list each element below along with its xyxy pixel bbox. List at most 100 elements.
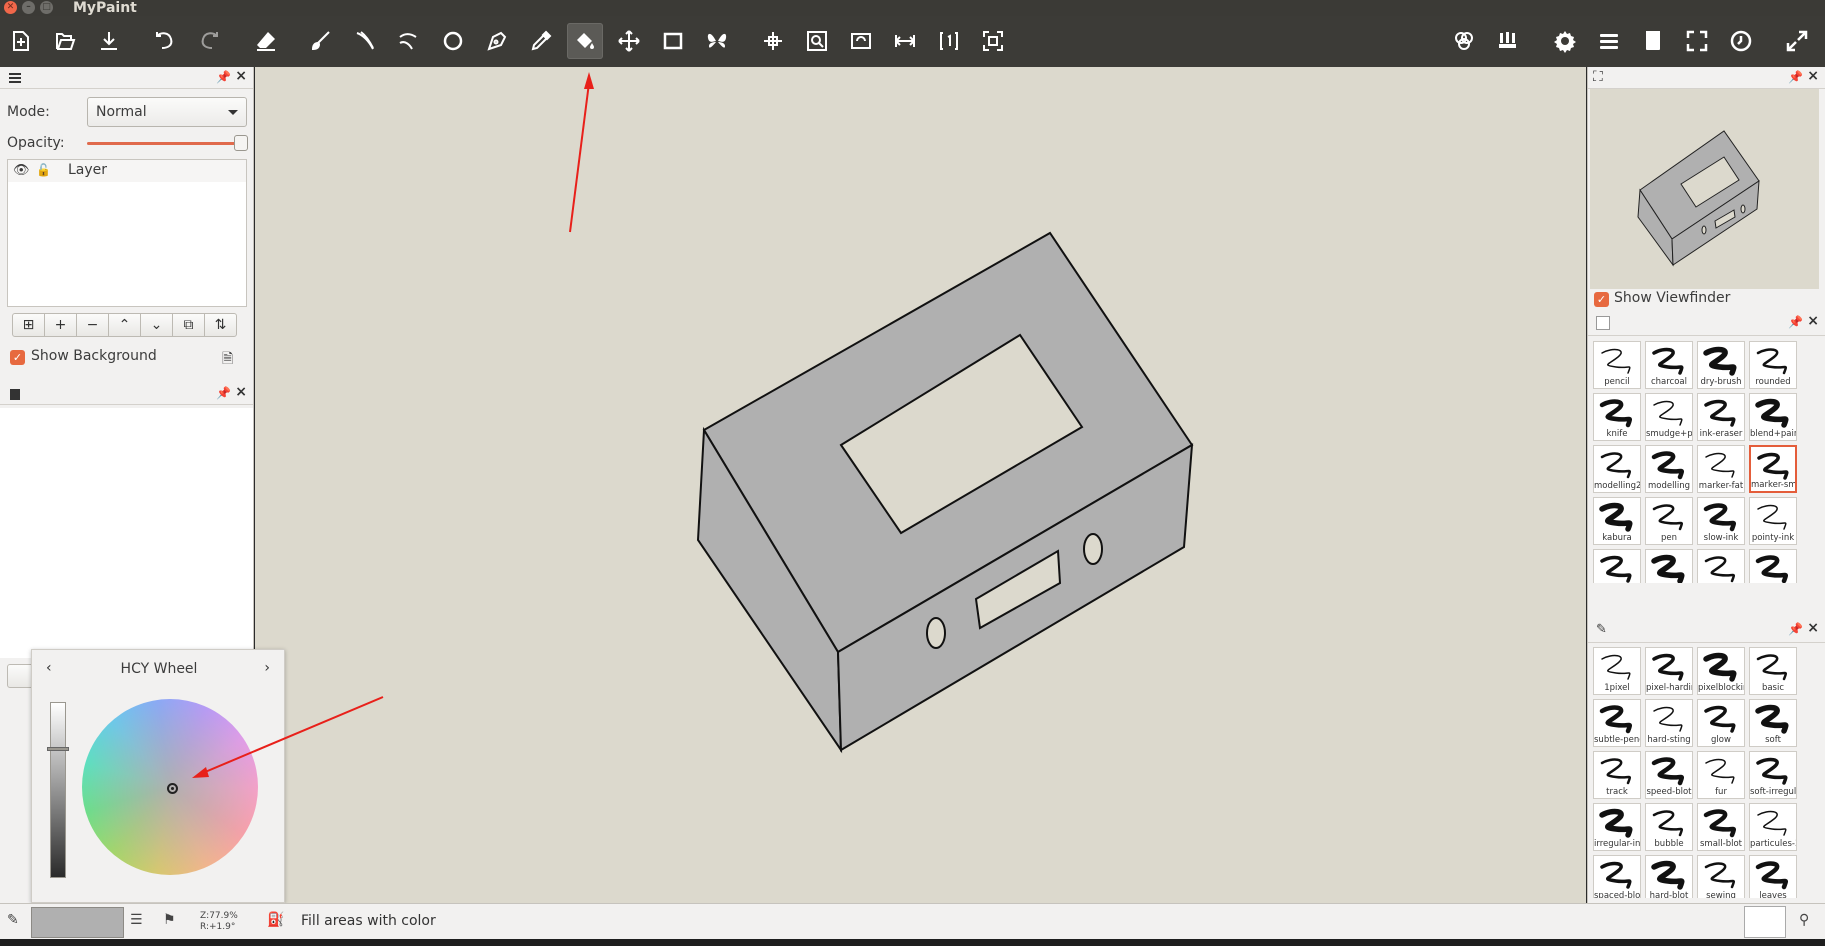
merge-layer-icon[interactable]: ⇅ xyxy=(204,313,237,337)
brush-basic[interactable]: basic xyxy=(1749,647,1797,695)
history-icon[interactable] xyxy=(1723,23,1759,59)
brush-modelling2[interactable]: modelling2 xyxy=(1593,445,1641,493)
brush-spaced-blot[interactable]: spaced-blot xyxy=(1593,855,1641,898)
brush-dry-brush[interactable]: dry-brush xyxy=(1697,341,1745,389)
pin-icon[interactable]: 📌 xyxy=(1788,622,1803,636)
inking-tool-icon[interactable] xyxy=(347,23,383,59)
brush-group-icon[interactable] xyxy=(1596,316,1610,330)
opacity-slider-track[interactable] xyxy=(87,142,241,145)
luma-slider[interactable] xyxy=(50,702,66,878)
brush-soft-irregular[interactable]: soft-irregular xyxy=(1749,751,1797,799)
brush-glow[interactable]: glow xyxy=(1697,699,1745,747)
brush-irregular-ink[interactable]: irregular-ink xyxy=(1593,803,1641,851)
brush-track[interactable]: track xyxy=(1593,751,1641,799)
brush-leaves[interactable]: leaves xyxy=(1749,855,1797,898)
brush-coarse-bulk-3[interactable]: coarse-bulk-3 xyxy=(1749,549,1797,583)
current-brush-icon[interactable] xyxy=(1744,906,1786,938)
opacity-slider-handle[interactable] xyxy=(234,135,248,151)
brush-settings-icon[interactable]: ☰ xyxy=(130,912,150,932)
brush-subtle-pencil[interactable]: subtle-pencil xyxy=(1593,699,1641,747)
color-picker-status-icon[interactable]: ⚲ xyxy=(1799,912,1819,932)
add-layer-icon[interactable]: + xyxy=(44,313,77,337)
brush-charcoal[interactable]: charcoal xyxy=(1645,341,1693,389)
scratchpad-canvas[interactable] xyxy=(0,408,253,658)
brush-hard-blot[interactable]: hard-blot xyxy=(1645,855,1693,898)
pen-tool-icon[interactable] xyxy=(479,23,515,59)
open-file-icon[interactable] xyxy=(47,23,83,59)
brush-hard-sting[interactable]: hard-sting xyxy=(1645,699,1693,747)
brush-1pixel[interactable]: 1pixel xyxy=(1593,647,1641,695)
brush-rounded[interactable]: rounded xyxy=(1749,341,1797,389)
brush-group-icon[interactable]: ✎ xyxy=(1596,622,1607,637)
maximize-window-icon[interactable]: □ xyxy=(40,1,53,14)
brush-marker-small[interactable]: marker-small xyxy=(1749,445,1797,493)
close-dock-icon[interactable]: × xyxy=(235,68,247,84)
brush-pointy-ink[interactable]: pointy-ink xyxy=(1749,497,1797,545)
pin-icon[interactable]: 📌 xyxy=(1788,70,1803,84)
brush-blend-paint[interactable]: blend+paint xyxy=(1749,393,1797,441)
main-menu-icon[interactable] xyxy=(1591,23,1627,59)
layer-mode-select[interactable]: Normal xyxy=(87,97,247,127)
unlock-icon[interactable]: 🔓 xyxy=(36,163,51,177)
brush-kabura[interactable]: kabura xyxy=(1593,497,1641,545)
symmetry-icon[interactable] xyxy=(699,23,735,59)
drawing-canvas[interactable] xyxy=(255,67,1586,903)
brush-modelling[interactable]: modelling xyxy=(1645,445,1693,493)
fill-bucket-icon[interactable] xyxy=(567,23,603,59)
new-document-icon[interactable] xyxy=(3,23,39,59)
move-layer-down-icon[interactable]: ⌄ xyxy=(140,313,173,337)
luma-slider-handle[interactable] xyxy=(47,747,69,751)
brush-small-blot[interactable]: small-blot xyxy=(1697,803,1745,851)
redo-icon[interactable] xyxy=(191,23,227,59)
brush-knife[interactable]: knife xyxy=(1593,393,1641,441)
duplicate-layer-icon[interactable]: ⧉ xyxy=(172,313,205,337)
add-layer-group-icon[interactable]: ⊞ xyxy=(12,313,45,337)
brush-smudge-paint[interactable]: smudge+paint xyxy=(1645,393,1693,441)
undo-icon[interactable] xyxy=(147,23,183,59)
eye-icon[interactable]: 👁 xyxy=(13,163,30,178)
brush-textured-ink[interactable]: textured-ink xyxy=(1645,549,1693,583)
move-layer-up-icon[interactable]: ⌃ xyxy=(108,313,141,337)
zoom-view-icon[interactable] xyxy=(799,23,835,59)
close-dock-icon[interactable]: × xyxy=(1807,68,1819,84)
brush-pencil[interactable]: pencil xyxy=(1593,341,1641,389)
brush-particules-3[interactable]: particules-3 xyxy=(1749,803,1797,851)
brush-marker-fat[interactable]: marker-fat xyxy=(1697,445,1745,493)
show-viewfinder-checkbox[interactable]: ✓ xyxy=(1594,292,1609,307)
brush-brush[interactable]: brush xyxy=(1593,549,1641,583)
preview-icon[interactable]: ⛶ xyxy=(1593,69,1603,85)
brush-ink-eraser[interactable]: ink-eraser xyxy=(1697,393,1745,441)
brush-fur[interactable]: fur xyxy=(1697,751,1745,799)
pin-icon[interactable]: 📌 xyxy=(1788,315,1803,329)
color-marker[interactable] xyxy=(167,783,178,794)
brush-sewing[interactable]: sewing xyxy=(1697,855,1745,898)
brush-speed-blot[interactable]: speed-blot xyxy=(1645,751,1693,799)
preferences-icon[interactable] xyxy=(1547,23,1583,59)
move-layer-icon[interactable] xyxy=(611,23,647,59)
color-palette-icon[interactable] xyxy=(1446,23,1482,59)
scratchpad-icon[interactable] xyxy=(1635,23,1671,59)
brush-soft[interactable]: soft xyxy=(1749,699,1797,747)
color-picker-icon[interactable] xyxy=(523,23,559,59)
show-background-checkbox[interactable]: ✓ xyxy=(10,350,25,365)
frame-icon[interactable] xyxy=(655,23,691,59)
close-dock-icon[interactable]: × xyxy=(1807,313,1819,329)
brush-pen[interactable]: pen xyxy=(1645,497,1693,545)
rotate-view-icon[interactable] xyxy=(843,23,879,59)
brush-groups-icon[interactable] xyxy=(1490,23,1526,59)
brush-history-icon[interactable]: ⚑ xyxy=(163,912,183,932)
save-icon[interactable] xyxy=(91,23,127,59)
brush-pixel-hardink[interactable]: pixel-hardink xyxy=(1645,647,1693,695)
scratchpad-icon[interactable] xyxy=(8,387,22,401)
minimize-window-icon[interactable]: – xyxy=(22,1,35,14)
fit-view-icon[interactable] xyxy=(975,23,1011,59)
brush-bubble[interactable]: bubble xyxy=(1645,803,1693,851)
brush-slow-ink[interactable]: slow-ink xyxy=(1697,497,1745,545)
reset-view-icon[interactable] xyxy=(931,23,967,59)
brush-pixelblocking[interactable]: pixelblocking xyxy=(1697,647,1745,695)
close-window-icon[interactable]: ✕ xyxy=(4,1,17,14)
preview-viewfinder[interactable] xyxy=(1590,89,1819,289)
pin-icon[interactable]: 📌 xyxy=(216,386,231,400)
current-color-swatch[interactable] xyxy=(31,907,124,938)
freehand-brush-icon[interactable] xyxy=(303,23,339,59)
